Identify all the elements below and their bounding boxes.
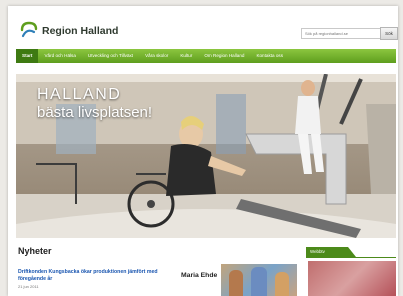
nav-item-om-region-halland[interactable]: Om Region Halland <box>198 49 250 63</box>
webbtv-divider <box>306 257 396 258</box>
nav-item-kultur[interactable]: Kultur <box>174 49 198 63</box>
main-navigation: Start Vård och Hälsa Utveckling och Till… <box>16 49 396 63</box>
hero-caption-line1: HALLAND <box>37 86 122 103</box>
hero-caption-line2: bästa livsplatsen! <box>37 104 153 121</box>
profile-figure <box>275 272 289 296</box>
news-item-link[interactable]: Driftkonden Kungsbacka ökar produktionen… <box>18 269 158 282</box>
page: Region Halland Sök Start Vård och Hälsa … <box>8 6 398 296</box>
search-input[interactable] <box>301 28 381 39</box>
nav-item-start[interactable]: Start <box>16 49 39 63</box>
webbtv-tab[interactable]: Webbtv <box>306 247 356 257</box>
nav-item-kontakta-oss[interactable]: Kontakta oss <box>250 49 289 63</box>
profile-name[interactable]: Maria Ehde <box>181 271 221 280</box>
site-header: Region Halland Sök <box>8 6 398 46</box>
news-item-date: 21 jun 2011 <box>18 284 39 289</box>
nav-item-vara-skolor[interactable]: Våra skolor <box>139 49 174 63</box>
hero-banner[interactable]: HALLAND bästa livsplatsen! <box>16 74 396 238</box>
profile-image[interactable] <box>221 264 297 296</box>
search-button[interactable]: Sök <box>380 27 398 40</box>
profile-figure <box>229 270 243 296</box>
site-title[interactable]: Region Halland <box>42 25 118 37</box>
region-halland-logo-icon[interactable] <box>19 20 39 40</box>
profile-figure <box>251 267 267 296</box>
nav-item-vard-och-halsa[interactable]: Vård och Hälsa <box>38 49 81 63</box>
nav-item-utveckling-och-tillvaxt[interactable]: Utveckling och Tillväxt <box>82 49 139 63</box>
news-section-title: Nyheter <box>18 246 52 256</box>
